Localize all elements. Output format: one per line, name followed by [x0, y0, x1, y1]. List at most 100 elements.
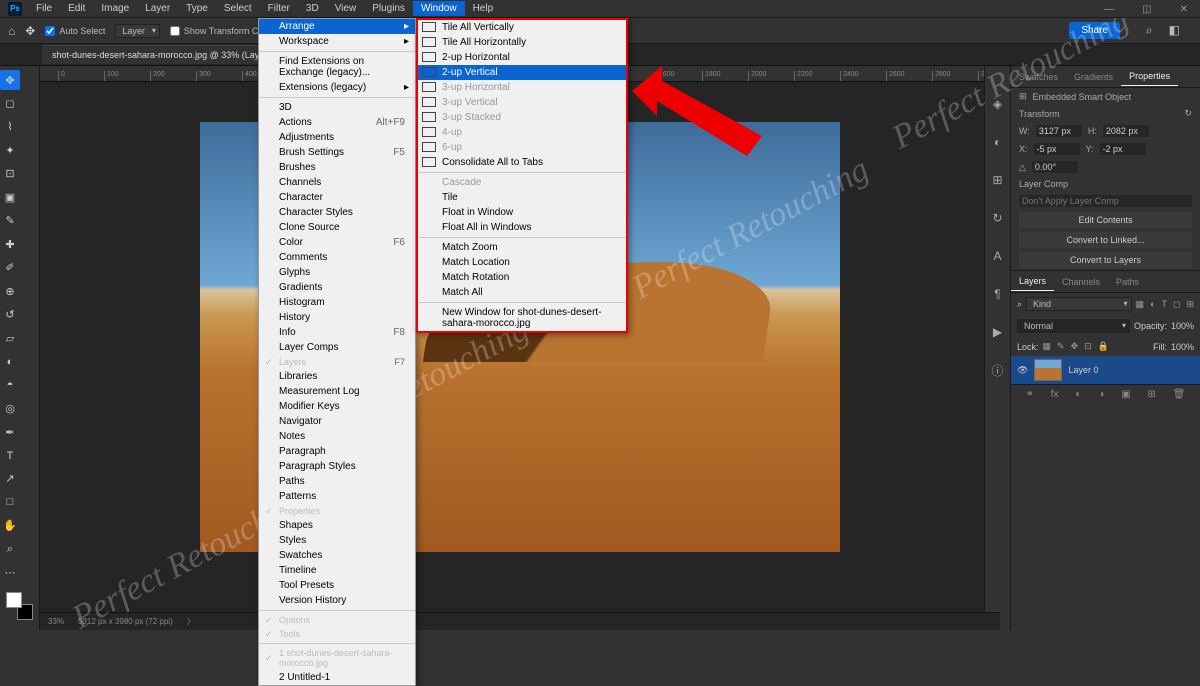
menu-item[interactable]: 3D	[259, 100, 415, 115]
menu-item[interactable]: Layer Comps	[259, 340, 415, 355]
shape-tool[interactable]: □	[0, 492, 20, 512]
menu-item[interactable]: Options	[259, 613, 415, 627]
actions-icon[interactable]: ▶	[990, 324, 1006, 340]
menu-item[interactable]: Styles	[259, 533, 415, 548]
menu-edit[interactable]: Edit	[60, 1, 93, 16]
lasso-tool[interactable]: ⌇	[0, 117, 20, 137]
submenu-item[interactable]: Float in Window	[418, 205, 626, 220]
submenu-item[interactable]: Tile	[418, 190, 626, 205]
marquee-tool[interactable]: ◻	[0, 93, 20, 113]
history-icon[interactable]: ↻	[990, 210, 1006, 226]
menu-item[interactable]: ColorF6	[259, 235, 415, 250]
menu-help[interactable]: Help	[465, 1, 502, 16]
menu-item[interactable]: Glyphs	[259, 265, 415, 280]
submenu-item[interactable]: New Window for shot-dunes-desert-sahara-…	[418, 305, 626, 331]
wand-tool[interactable]: ✦	[0, 140, 20, 160]
menu-3d[interactable]: 3D	[298, 1, 327, 16]
menu-item[interactable]: Workspace	[259, 34, 415, 49]
group-icon[interactable]: ▣	[1121, 389, 1130, 400]
x-input[interactable]	[1034, 143, 1080, 155]
share-button[interactable]: Share	[1069, 22, 1120, 39]
menu-item[interactable]: Channels	[259, 175, 415, 190]
gradients-tab[interactable]: Gradients	[1066, 68, 1121, 86]
fx-icon[interactable]: fx	[1051, 389, 1059, 400]
menu-item[interactable]: 1 shot-dunes-desert-sahara-morocco.jpg	[259, 646, 415, 670]
menu-item[interactable]: Paragraph	[259, 444, 415, 459]
menu-file[interactable]: File	[28, 1, 60, 16]
menu-item[interactable]: Properties	[259, 504, 415, 518]
menu-item[interactable]: Navigator	[259, 414, 415, 429]
submenu-item[interactable]: 2-up Horizontal	[418, 50, 626, 65]
gradient-tool[interactable]: ◐	[0, 352, 20, 372]
menu-item[interactable]: Paths	[259, 474, 415, 489]
menu-item[interactable]: Arrange	[259, 19, 415, 34]
menu-item[interactable]: Comments	[259, 250, 415, 265]
layer-comp-dd[interactable]	[1011, 192, 1200, 210]
angle-input[interactable]	[1032, 161, 1078, 173]
layers-tab[interactable]: Layers	[1011, 272, 1054, 291]
menu-type[interactable]: Type	[178, 1, 216, 16]
type-tool[interactable]: T	[0, 446, 20, 466]
submenu-item[interactable]: Match Location	[418, 255, 626, 270]
kind-dropdown[interactable]: Kind	[1026, 297, 1131, 311]
hand-tool[interactable]: ✋	[0, 516, 20, 536]
auto-select-checkbox[interactable]: Auto Select	[45, 26, 105, 36]
paragraph-icon[interactable]: ¶	[990, 286, 1006, 302]
libraries-icon[interactable]: ⊞	[990, 172, 1006, 188]
history-brush[interactable]: ↺	[0, 305, 20, 325]
topright-icons[interactable]: ⌕◧	[1146, 23, 1180, 38]
menu-item[interactable]: 2 Untitled-1	[259, 670, 415, 685]
convert-layers-button[interactable]: Convert to Layers	[1019, 252, 1192, 268]
menu-item[interactable]: Find Extensions on Exchange (legacy)...	[259, 54, 415, 80]
submenu-item[interactable]: Consolidate All to Tabs	[418, 155, 626, 170]
menu-item[interactable]: LayersF7	[259, 355, 415, 369]
menu-item[interactable]: InfoF8	[259, 325, 415, 340]
properties-tab[interactable]: Properties	[1121, 67, 1178, 86]
menu-item[interactable]: Brush SettingsF5	[259, 145, 415, 160]
menu-item[interactable]: Extensions (legacy)	[259, 80, 415, 95]
channels-tab[interactable]: Channels	[1054, 273, 1108, 291]
brush-tool[interactable]: ✐	[0, 258, 20, 278]
frame-tool[interactable]: ▣	[0, 187, 20, 207]
menu-layer[interactable]: Layer	[137, 1, 178, 16]
menu-item[interactable]: Tool Presets	[259, 578, 415, 593]
menu-item[interactable]: Notes	[259, 429, 415, 444]
submenu-item[interactable]: Match Rotation	[418, 270, 626, 285]
menu-item[interactable]: Character	[259, 190, 415, 205]
color-panel-icon[interactable]: ◈	[990, 96, 1006, 112]
y-input[interactable]	[1100, 143, 1146, 155]
width-input[interactable]	[1036, 125, 1082, 137]
submenu-item[interactable]: Float All in Windows	[418, 220, 626, 235]
heal-tool[interactable]: ✚	[0, 234, 20, 254]
status-chevron[interactable]: 〉	[187, 616, 195, 627]
crop-tool[interactable]: ⊡	[0, 164, 20, 184]
submenu-item[interactable]: Tile All Vertically	[418, 20, 626, 35]
submenu-item[interactable]: Match All	[418, 285, 626, 300]
height-input[interactable]	[1103, 125, 1149, 137]
menu-item[interactable]: Measurement Log	[259, 384, 415, 399]
layer-thumbnail[interactable]	[1034, 359, 1062, 381]
menu-item[interactable]: Version History	[259, 593, 415, 608]
swatches-tab[interactable]: Swatches	[1011, 68, 1066, 86]
dodge-tool[interactable]: ◎	[0, 399, 20, 419]
menu-item[interactable]: Character Styles	[259, 205, 415, 220]
menu-item[interactable]: Gradients	[259, 280, 415, 295]
menu-filter[interactable]: Filter	[260, 1, 298, 16]
menu-item[interactable]: Tools	[259, 627, 415, 641]
filter-icons[interactable]: ▦◐T◻⊞	[1136, 299, 1194, 310]
menu-item[interactable]: Swatches	[259, 548, 415, 563]
new-layer-icon[interactable]: ⊞	[1148, 389, 1156, 400]
menu-item[interactable]: Shapes	[259, 518, 415, 533]
color-swatches[interactable]	[6, 592, 33, 620]
stamp-tool[interactable]: ⊕	[0, 281, 20, 301]
info-icon[interactable]: ⓘ	[990, 362, 1006, 378]
menu-item[interactable]: Clone Source	[259, 220, 415, 235]
menu-item[interactable]: Paragraph Styles	[259, 459, 415, 474]
zoom-tool[interactable]: ⌕	[0, 539, 20, 559]
menu-item[interactable]: ActionsAlt+F9	[259, 115, 415, 130]
trash-icon[interactable]: 🗑	[1173, 389, 1186, 400]
lock-icons[interactable]: ▦✎✥⊡🔒	[1043, 341, 1109, 352]
home-icon[interactable]: ⌂	[8, 24, 15, 38]
link-icon[interactable]: ⚭	[1025, 389, 1033, 400]
blend-mode[interactable]: Normal	[1017, 319, 1130, 333]
